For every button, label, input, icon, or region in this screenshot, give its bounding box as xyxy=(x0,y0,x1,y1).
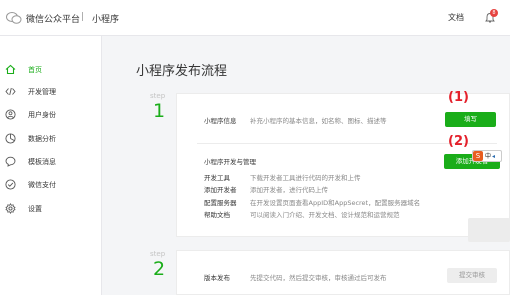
add-developer-key: 添加开发者 xyxy=(204,186,237,194)
help-docs-key: 帮助文档 xyxy=(204,211,230,219)
notification-badge: 8 xyxy=(490,9,498,17)
gear-icon xyxy=(5,203,16,214)
ime-toolbar[interactable]: S 中◂ xyxy=(472,150,502,162)
sidebar-item-wechat-pay[interactable]: 微信支付 xyxy=(0,176,102,194)
blurred-overlay xyxy=(468,218,510,242)
step-label: step xyxy=(150,250,166,258)
sidebar-item-label: 用户身份 xyxy=(28,111,56,119)
sidebar-item-label: 模板消息 xyxy=(28,158,56,166)
sidebar-item-label: 首页 xyxy=(28,66,42,74)
ime-arrow-icon: ◂ xyxy=(492,153,496,160)
pay-icon xyxy=(5,179,16,190)
mini-program-info-desc: 补充小程序的基本信息，如名称、图标、描述等 xyxy=(250,117,387,125)
sidebar-item-settings[interactable]: 设置 xyxy=(0,200,102,218)
sidebar-item-user-identity[interactable]: 用户身份 xyxy=(0,106,102,124)
page-title: 小程序发布流程 xyxy=(136,64,228,79)
config-server-key: 配置服务器 xyxy=(204,199,237,207)
ime-sogou-icon: S xyxy=(473,151,483,161)
version-release-desc: 先提交代码，然后提交审核，审核通过后可发布 xyxy=(250,274,387,282)
ime-mode-label: 中 xyxy=(485,153,492,160)
top-bar: 微信公众平台 | 小程序 文档 8 xyxy=(0,0,510,36)
sidebar-item-label: 数据分析 xyxy=(28,135,56,143)
sidebar-item-label: 微信支付 xyxy=(28,181,56,189)
version-release-title: 版本发布 xyxy=(204,274,230,282)
help-docs-value: 可以阅读入门介绍、开发文档、设计规范和运营规范 xyxy=(250,211,400,219)
submit-review-button[interactable]: 提交审核 xyxy=(447,268,497,283)
docs-link[interactable]: 文档 xyxy=(448,12,464,23)
analytics-icon xyxy=(5,133,16,144)
code-icon xyxy=(5,87,16,96)
wechat-logo-icon xyxy=(6,12,22,24)
step-number: 1 xyxy=(153,100,166,122)
sidebar-item-template-message[interactable]: 模板消息 xyxy=(0,153,102,171)
sidebar-item-home[interactable]: 首页 xyxy=(0,61,102,79)
brand-name[interactable]: 微信公众平台 xyxy=(26,12,80,25)
sidebar-item-dev-management[interactable]: 开发管理 xyxy=(0,83,102,101)
dev-tool-value: 下载开发者工具进行代码的开发和上传 xyxy=(250,174,361,182)
header-separator: | xyxy=(81,12,85,22)
dev-tool-key: 开发工具 xyxy=(204,174,230,182)
config-server-value: 在开发设置页面查看AppID和AppSecret，配置服务器域名 xyxy=(250,199,421,207)
sidebar-item-analytics[interactable]: 数据分析 xyxy=(0,130,102,148)
fill-info-button[interactable]: 填写 xyxy=(445,112,496,127)
user-icon xyxy=(5,109,16,120)
mini-program-info-title: 小程序信息 xyxy=(204,117,237,125)
product-name: 小程序 xyxy=(92,15,120,25)
annotation-step-2: (2) xyxy=(448,134,469,149)
message-icon xyxy=(5,156,16,167)
dev-management-title: 小程序开发与管理 xyxy=(204,158,256,166)
sidebar-item-label: 开发管理 xyxy=(28,88,56,96)
sidebar-item-label: 设置 xyxy=(28,205,42,213)
step-number: 2 xyxy=(153,258,166,280)
sidebar: 首页 开发管理 用户身份 数据分析 模板消息 微信支付 设置 xyxy=(0,36,102,295)
add-developer-value: 添加开发者，进行代码上传 xyxy=(250,186,328,194)
home-icon xyxy=(5,64,16,75)
annotation-step-1: (1) xyxy=(448,90,469,105)
step-label: step xyxy=(150,92,166,100)
